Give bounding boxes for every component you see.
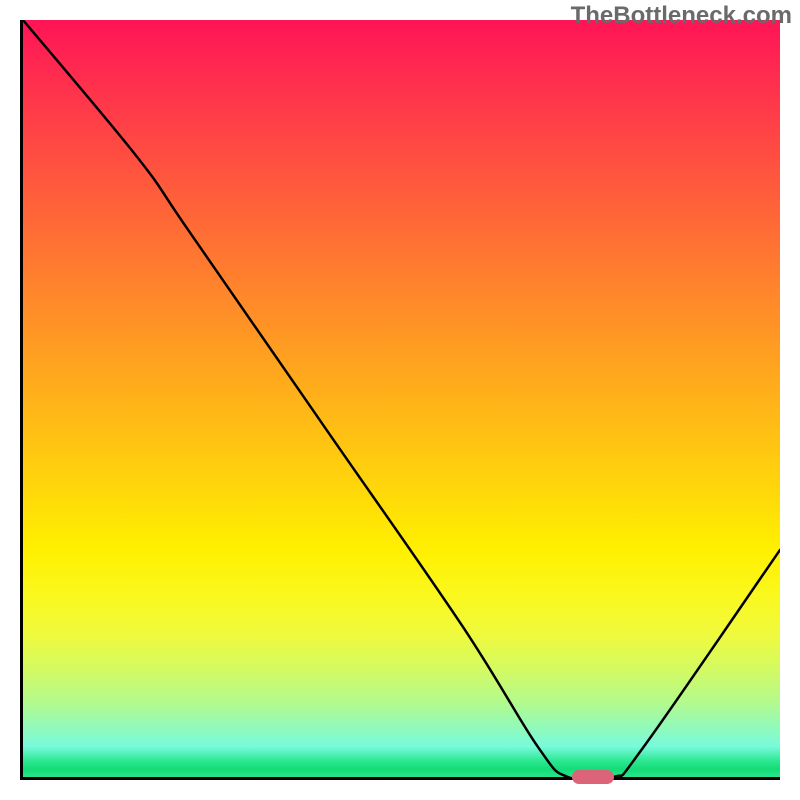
optimal-marker — [572, 770, 614, 784]
watermark-text: TheBottleneck.com — [571, 2, 792, 30]
curve-svg — [23, 20, 780, 777]
bottleneck-curve-path — [23, 20, 780, 777]
plot-area — [20, 20, 780, 780]
chart-container: TheBottleneck.com — [0, 0, 800, 800]
